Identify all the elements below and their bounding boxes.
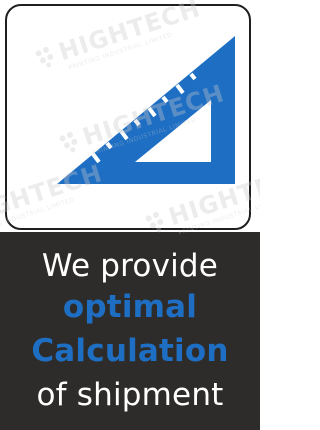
caption-line-2-highlight: optimal: [62, 289, 198, 325]
promo-tile: We provide optimal Calculation of shipme…: [0, 0, 260, 430]
caption-line-4: of shipment: [36, 377, 224, 413]
set-square-ruler-icon: [57, 36, 235, 184]
icon-card: [5, 4, 251, 230]
caption-line-1: We provide: [41, 248, 219, 284]
caption-line-3-highlight: Calculation: [31, 333, 229, 369]
